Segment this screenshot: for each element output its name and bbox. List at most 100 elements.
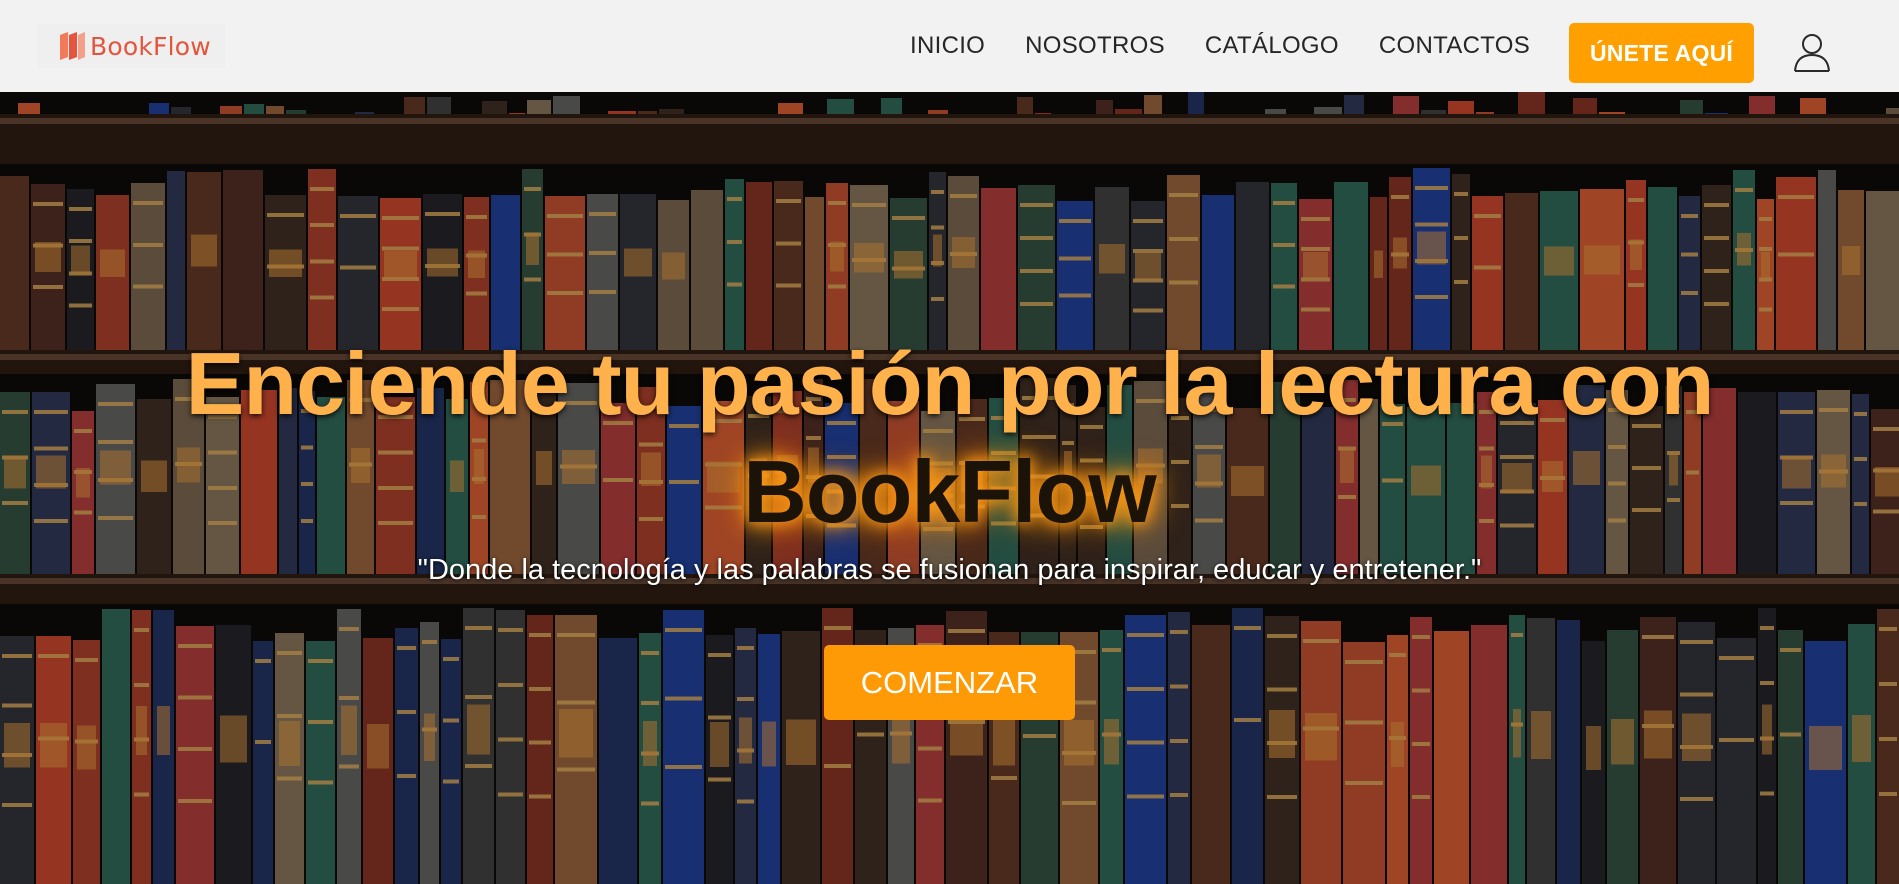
book-spine [1314, 107, 1342, 114]
book-band [1267, 634, 1297, 638]
book-band [277, 713, 302, 718]
book-label [1544, 246, 1574, 276]
book-band [589, 251, 616, 255]
hero-headline: Enciende tu pasión por la lectura con Bo… [0, 330, 1899, 546]
book-label [1762, 704, 1772, 755]
book-spine [1886, 108, 1899, 114]
book-label [1269, 709, 1295, 759]
book-spine [102, 609, 130, 884]
brand-logo[interactable]: BookFlow [38, 24, 225, 68]
book-band [727, 239, 742, 244]
book-band [308, 719, 333, 724]
nav-link-nosotros[interactable]: NOSOTROS [1025, 32, 1165, 60]
book-band [1780, 732, 1801, 737]
book-spine [659, 109, 684, 114]
book-band [134, 792, 149, 797]
book-label [1374, 250, 1383, 279]
book-label [279, 720, 300, 767]
book-spine [608, 111, 636, 114]
book-band [1879, 627, 1897, 631]
book-label [894, 251, 923, 279]
book-band [641, 651, 659, 655]
start-button[interactable]: COMENZAR [824, 645, 1075, 720]
book-spine [509, 113, 525, 114]
hero-section: Enciende tu pasión por la lectura con Bo… [0, 92, 1899, 884]
book-label [643, 720, 657, 767]
book-spine [18, 103, 40, 114]
book-spine [1818, 170, 1836, 350]
book-band [1301, 217, 1330, 221]
book-spine [1236, 182, 1269, 350]
book-spine [1192, 625, 1230, 884]
book-band [382, 216, 419, 220]
book-spine [220, 106, 242, 114]
join-button[interactable]: ÚNETE AQUÍ [1569, 23, 1754, 83]
book-band [134, 682, 149, 687]
book-spine [1471, 625, 1507, 884]
book-spine [149, 103, 169, 114]
book-spine [1648, 187, 1677, 350]
book-band [1169, 280, 1198, 285]
brand-name: BookFlow [90, 31, 211, 61]
book-label [341, 705, 357, 755]
book-band [1127, 740, 1164, 745]
book-label [136, 705, 147, 756]
book-band [1303, 639, 1339, 643]
book-spine [599, 638, 637, 884]
book-band [727, 197, 742, 201]
book-spine [1778, 630, 1803, 884]
book-band [178, 747, 212, 752]
book-band [1778, 195, 1814, 199]
book-label [1303, 251, 1328, 280]
book-band [308, 659, 333, 663]
book-spine [286, 110, 306, 114]
book-label [1104, 718, 1119, 765]
book-band [1681, 291, 1698, 295]
book-band [498, 628, 523, 632]
book-band [1680, 692, 1713, 697]
book-band [641, 801, 659, 806]
book-band [727, 282, 742, 287]
book-band [133, 242, 163, 247]
book-band [1020, 302, 1053, 306]
book-band [1680, 797, 1713, 802]
book-spine [1702, 185, 1731, 350]
book-band [737, 799, 754, 804]
book-label [467, 704, 490, 755]
book-label [892, 717, 910, 764]
book-label [762, 721, 776, 767]
book-spine [1421, 110, 1446, 114]
book-band [737, 646, 754, 650]
nav-link-catalogo[interactable]: CATÁLOGO [1205, 32, 1339, 60]
book-spine [1115, 109, 1142, 114]
book-spine [1472, 196, 1503, 350]
book-spine [778, 103, 803, 114]
book-band [589, 212, 616, 216]
user-icon[interactable] [1793, 32, 1831, 72]
book-band [2, 802, 32, 807]
book-band [339, 764, 359, 769]
book-spine [1343, 642, 1385, 884]
nav-link-contactos[interactable]: CONTACTOS [1379, 32, 1530, 60]
book-band [931, 296, 944, 301]
book-spine [1057, 201, 1093, 350]
book-band [38, 654, 69, 658]
book-band [991, 776, 1017, 780]
book-band [1474, 214, 1501, 218]
book-band [267, 213, 304, 217]
book-band [33, 285, 63, 289]
book-band [1170, 684, 1188, 689]
book-band [2, 654, 32, 658]
book-spine [545, 196, 585, 350]
book-spine [1344, 95, 1364, 114]
book-band [557, 633, 595, 637]
book-band [33, 202, 63, 206]
book-band [1879, 737, 1897, 741]
nav-link-inicio[interactable]: INICIO [910, 32, 985, 60]
book-band [178, 644, 212, 648]
book-band [1719, 656, 1754, 660]
book-band [443, 779, 459, 784]
book-band [1062, 801, 1096, 806]
book-band [1127, 794, 1164, 799]
book-band [498, 682, 523, 687]
